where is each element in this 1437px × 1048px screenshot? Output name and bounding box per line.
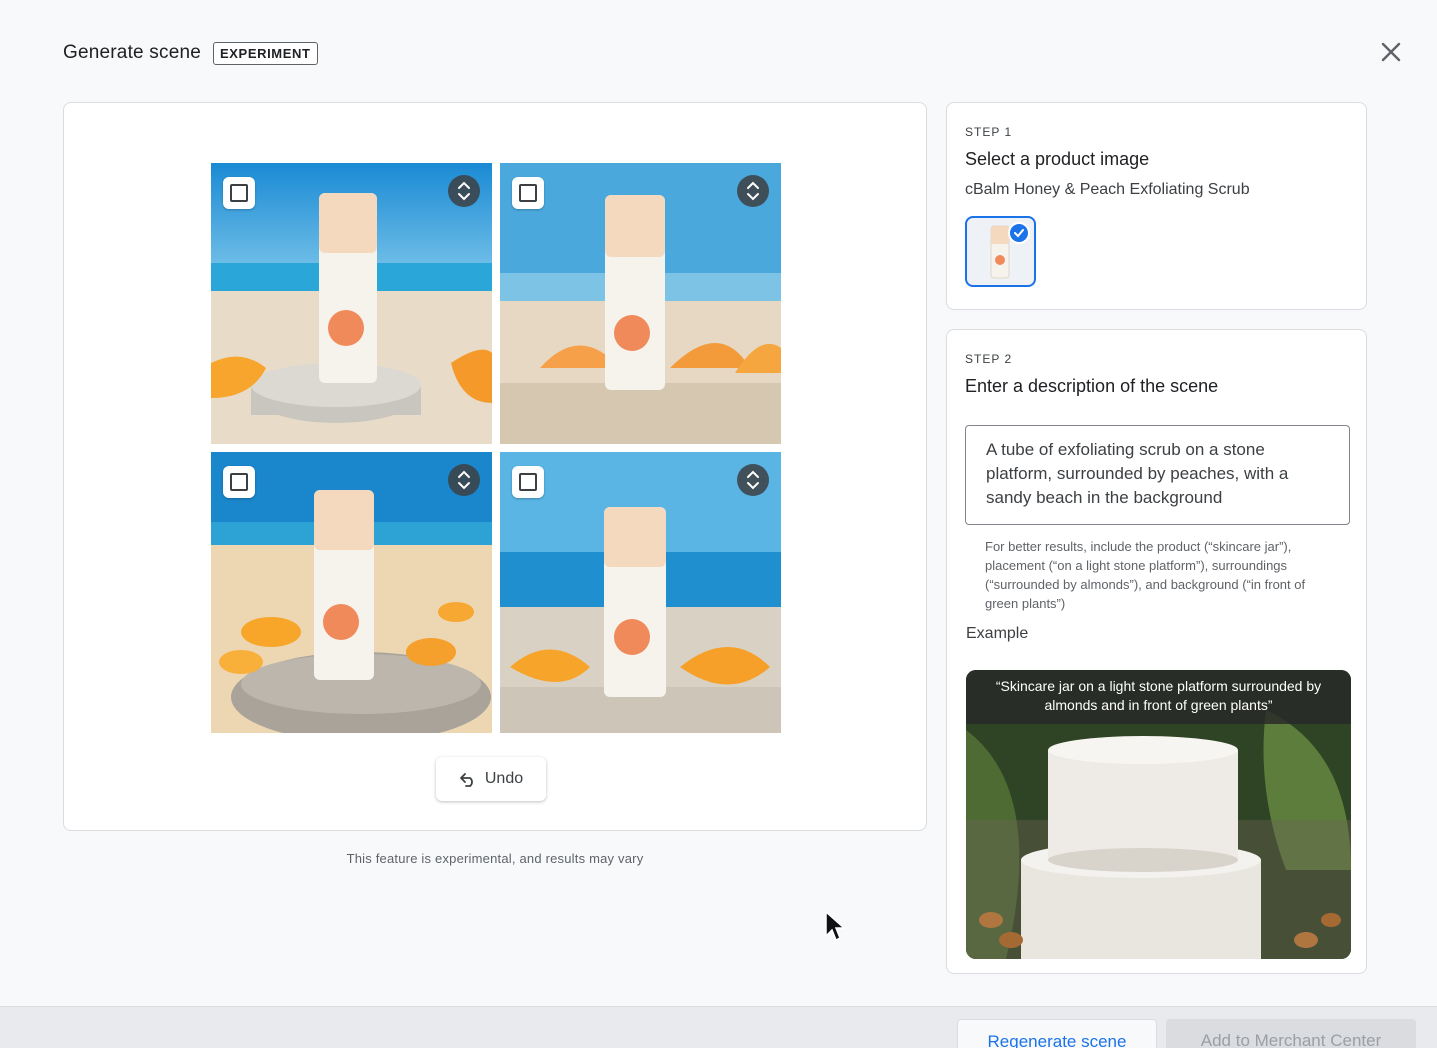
step2-card: STEP 2 Enter a description of the scene … bbox=[946, 329, 1367, 974]
undo-button[interactable]: Undo bbox=[436, 757, 546, 801]
generated-scene-tile[interactable] bbox=[211, 163, 492, 444]
experimental-disclaimer: This feature is experimental, and result… bbox=[346, 851, 644, 866]
step2-title: Enter a description of the scene bbox=[965, 376, 1219, 396]
generated-scene-tile[interactable] bbox=[211, 452, 492, 733]
expand-icon[interactable] bbox=[448, 464, 480, 496]
example-label: Example bbox=[966, 625, 1029, 642]
selected-product-name: cBalm Honey & Peach Exfoliating Scrub bbox=[965, 181, 1250, 198]
description-hint: For better results, include the product … bbox=[985, 539, 1306, 611]
dialog-header: Generate scene EXPERIMENT bbox=[63, 38, 318, 68]
tile-checkbox[interactable] bbox=[223, 466, 255, 498]
dialog-footer: Regenerate scene Add to Merchant Center bbox=[0, 1006, 1437, 1048]
expand-icon[interactable] bbox=[737, 464, 769, 496]
experiment-badge: EXPERIMENT bbox=[213, 41, 318, 65]
tile-checkbox[interactable] bbox=[512, 466, 544, 498]
dialog-title: Generate scene bbox=[63, 42, 201, 63]
generated-scene-tile[interactable] bbox=[500, 163, 781, 444]
expand-icon[interactable] bbox=[448, 175, 480, 207]
undo-label: Undo bbox=[484, 770, 524, 787]
step1-title: Select a product image bbox=[965, 149, 1150, 169]
generated-scenes-grid bbox=[211, 163, 781, 733]
scene-description-input[interactable]: A tube of exfoliating scrub on a stone p… bbox=[965, 425, 1350, 525]
step1-card: STEP 1 Select a product image cBalm Hone… bbox=[946, 102, 1367, 310]
generate-scene-dialog: Generate scene EXPERIMENT Undo This feat… bbox=[0, 0, 1437, 1048]
tile-checkbox[interactable] bbox=[223, 177, 255, 209]
example-image: “Skincare jar on a light stone platform … bbox=[966, 670, 1351, 959]
selected-check-icon bbox=[1008, 222, 1030, 244]
add-to-merchant-center-button[interactable]: Add to Merchant Center bbox=[1166, 1019, 1416, 1048]
mouse-cursor-icon bbox=[825, 910, 846, 942]
regenerate-scene-button[interactable]: Regenerate scene bbox=[957, 1019, 1157, 1048]
step2-label: STEP 2 bbox=[965, 352, 1013, 366]
scene-preview-panel: Undo bbox=[63, 102, 927, 831]
example-caption: “Skincare jar on a light stone platform … bbox=[966, 670, 1351, 724]
undo-icon bbox=[459, 773, 473, 787]
step1-label: STEP 1 bbox=[965, 125, 1013, 139]
tile-checkbox[interactable] bbox=[512, 177, 544, 209]
close-icon[interactable] bbox=[1377, 38, 1405, 66]
generated-scene-tile[interactable] bbox=[500, 452, 781, 733]
expand-icon[interactable] bbox=[737, 175, 769, 207]
